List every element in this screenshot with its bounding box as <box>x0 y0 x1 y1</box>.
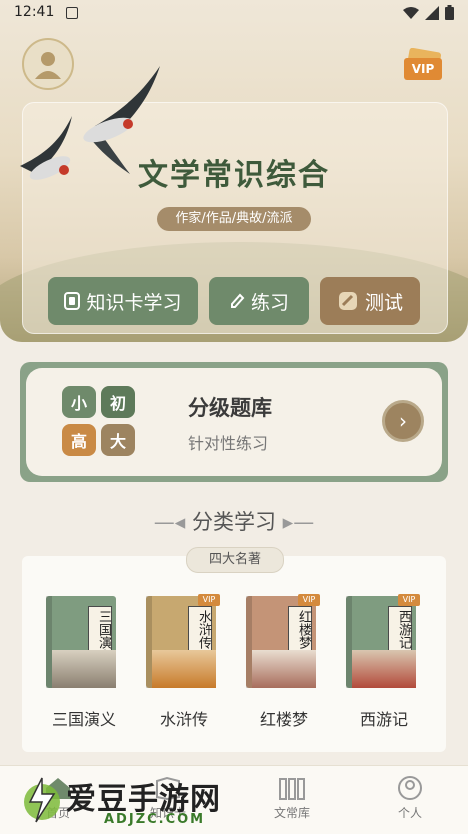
level-chip-primary: 小 <box>62 386 96 418</box>
pencil-icon <box>230 293 245 308</box>
section-title-text: 分类学习 <box>192 510 276 534</box>
test-icon <box>338 292 357 310</box>
watermark: 爱豆手游网 ADJZC.COM <box>20 772 280 828</box>
wifi-icon <box>403 6 419 19</box>
vip-tag: VIP <box>398 594 420 606</box>
level-chip-junior: 初 <box>101 386 135 418</box>
graded-bank-subtitle: 针对性练习 <box>188 434 269 453</box>
section-title-deco-left: —◂ <box>153 510 192 534</box>
book-cover-shuihu[interactable]: 水浒传 VIP <box>146 594 220 688</box>
section-title-deco-right: ▸— <box>276 510 315 534</box>
book-cover-title: 红楼梦 <box>288 606 312 653</box>
nav-profile[interactable]: 个人 <box>370 775 450 821</box>
knowledge-card-label: 知识卡学习 <box>86 291 182 314</box>
hero-subtitle: 作家/作品/典故/流派 <box>157 207 311 231</box>
avatar[interactable] <box>22 38 74 90</box>
test-button[interactable]: 测试 <box>320 277 420 325</box>
watermark-sub-text: ADJZC.COM <box>104 812 206 827</box>
book-illustration <box>52 650 116 688</box>
book-illustration <box>252 650 316 688</box>
vip-badge[interactable]: VIP <box>402 47 444 82</box>
signal-icon <box>425 5 439 20</box>
book-cover-honglou[interactable]: 红楼梦 VIP <box>246 594 320 688</box>
category-tag: 四大名著 <box>186 547 284 573</box>
page-title: 文学常识综合 <box>138 158 330 193</box>
book-illustration <box>352 650 416 688</box>
status-bar: 12:41 <box>0 0 468 26</box>
knowledge-card-button[interactable]: 知识卡学习 <box>48 277 198 325</box>
graded-bank-go-button[interactable]: › <box>382 400 424 442</box>
book-name-shuihu[interactable]: 水浒传 <box>134 706 234 730</box>
test-label: 测试 <box>364 291 403 314</box>
profile-icon <box>398 776 422 800</box>
vip-tag: VIP <box>298 594 320 606</box>
book-cover-sanguo[interactable]: 三国演义 <box>46 596 116 688</box>
card-icon <box>64 292 81 310</box>
chevron-right-icon: › <box>399 409 407 433</box>
book-cover-title: 西游记 <box>388 606 412 653</box>
user-avatar-icon <box>35 52 61 79</box>
watermark-logo-icon <box>24 777 60 823</box>
nav-profile-label: 个人 <box>397 806 422 820</box>
book-name-honglou[interactable]: 红楼梦 <box>234 706 334 730</box>
battery-icon <box>445 5 454 20</box>
library-icon <box>279 778 305 800</box>
vip-tag: VIP <box>198 594 220 606</box>
book-name-sanguo[interactable]: 三国演义 <box>34 706 134 730</box>
book-name-xiyou[interactable]: 西游记 <box>334 706 434 730</box>
status-right-icons <box>403 5 454 20</box>
practice-button[interactable]: 练习 <box>209 277 309 325</box>
level-chip-college: 大 <box>101 424 135 456</box>
graded-bank-inner <box>26 368 442 476</box>
vip-badge-label: VIP <box>411 62 435 76</box>
status-time: 12:41 <box>14 4 55 20</box>
graded-bank-title: 分级题库 <box>188 396 272 420</box>
book-illustration <box>152 650 216 688</box>
book-cover-title: 水浒传 <box>188 606 212 653</box>
level-chip-senior: 高 <box>62 424 96 456</box>
practice-label: 练习 <box>250 291 289 314</box>
book-cover-xiyou[interactable]: 西游记 VIP <box>346 594 420 688</box>
notification-icon <box>66 7 78 19</box>
section-title: —◂ 分类学习 ▸— <box>0 506 468 536</box>
